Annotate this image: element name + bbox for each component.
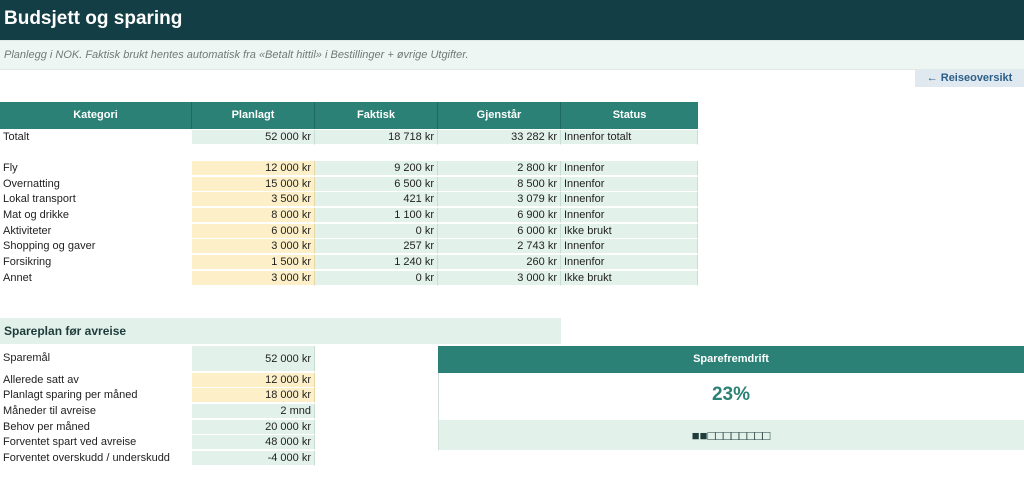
savings-progress-squares: ■■□□□□□□□□ xyxy=(691,428,771,443)
column-header-status: Status xyxy=(561,102,698,129)
planned-input-cell[interactable]: 8 000 kr xyxy=(192,208,315,223)
actual-cell[interactable]: 6 500 kr xyxy=(315,177,438,192)
savings-value-cell[interactable]: 2 mnd xyxy=(192,404,315,419)
savings-row-label: Planlagt sparing per måned xyxy=(3,389,138,401)
planned-input-cell[interactable]: 3 000 kr xyxy=(192,239,315,254)
planned-input-cell[interactable]: 12 000 kr xyxy=(192,161,315,176)
savings-row-label: Måneder til avreise xyxy=(3,405,96,417)
column-header-category: Kategori xyxy=(0,102,192,129)
status-cell[interactable]: Innenfor xyxy=(561,177,698,192)
column-header-planned: Planlagt xyxy=(192,102,315,129)
savings-row-label: Forventet overskudd / underskudd xyxy=(3,452,170,464)
total-label: Totalt xyxy=(3,131,30,143)
savings-row-label: Allerede satt av xyxy=(3,374,79,386)
status-cell[interactable]: Innenfor xyxy=(561,161,698,176)
planned-input-cell[interactable]: 15 000 kr xyxy=(192,177,315,192)
savings-row-label: Behov per måned xyxy=(3,421,90,433)
category-label: Annet xyxy=(3,272,32,284)
page-title: Budsjett og sparing xyxy=(4,8,183,29)
status-cell[interactable]: Ikke brukt xyxy=(561,224,698,239)
remaining-cell[interactable]: 3 079 kr xyxy=(438,192,561,207)
savings-goal-label: Sparemål xyxy=(3,352,51,364)
category-label: Mat og drikke xyxy=(3,209,70,221)
category-label: Forsikring xyxy=(3,256,52,268)
actual-cell[interactable]: 1 240 kr xyxy=(315,255,438,270)
status-cell[interactable]: Innenfor xyxy=(561,255,698,270)
savings-input-cell[interactable]: 12 000 kr xyxy=(192,373,315,388)
page-subtitle: Planlegg i NOK. Faktisk brukt hentes aut… xyxy=(4,49,469,61)
savings-value-cell[interactable]: -4 000 kr xyxy=(192,451,315,466)
savings-progress-percent: 23% xyxy=(711,384,751,405)
remaining-cell[interactable]: 2 800 kr xyxy=(438,161,561,176)
category-label: Shopping og gaver xyxy=(3,240,96,252)
savings-row-label: Forventet spart ved avreise xyxy=(3,436,137,448)
total-planned[interactable]: 52 000 kr xyxy=(192,130,315,145)
status-cell[interactable]: Innenfor xyxy=(561,192,698,207)
savings-progress-header: Sparefremdrift xyxy=(438,346,1024,373)
planned-input-cell[interactable]: 1 500 kr xyxy=(192,255,315,270)
subtitle-bar: Planlegg i NOK. Faktisk brukt hentes aut… xyxy=(0,40,1024,70)
status-cell[interactable]: Ikke brukt xyxy=(561,271,698,286)
remaining-cell[interactable]: 8 500 kr xyxy=(438,177,561,192)
total-remaining[interactable]: 33 282 kr xyxy=(438,130,561,145)
column-header-remaining: Gjenstår xyxy=(438,102,561,129)
actual-cell[interactable]: 0 kr xyxy=(315,224,438,239)
remaining-cell[interactable]: 6 000 kr xyxy=(438,224,561,239)
savings-plan-title: Spareplan før avreise xyxy=(4,324,127,338)
back-to-trip-overview-link[interactable]: ← Reiseoversikt xyxy=(915,70,1024,87)
category-label: Overnatting xyxy=(3,178,60,190)
total-status[interactable]: Innenfor totalt xyxy=(561,130,698,145)
savings-goal-value[interactable]: 52 000 kr xyxy=(192,346,315,372)
category-label: Aktiviteter xyxy=(3,225,52,237)
category-label: Lokal transport xyxy=(3,193,76,205)
planned-input-cell[interactable]: 6 000 kr xyxy=(192,224,315,239)
actual-cell[interactable]: 421 kr xyxy=(315,192,438,207)
category-label: Fly xyxy=(3,162,18,174)
status-cell[interactable]: Innenfor xyxy=(561,239,698,254)
remaining-cell[interactable]: 2 743 kr xyxy=(438,239,561,254)
savings-value-cell[interactable]: 20 000 kr xyxy=(192,420,315,435)
remaining-cell[interactable]: 3 000 kr xyxy=(438,271,561,286)
actual-cell[interactable]: 257 kr xyxy=(315,239,438,254)
planned-input-cell[interactable]: 3 500 kr xyxy=(192,192,315,207)
actual-cell[interactable]: 1 100 kr xyxy=(315,208,438,223)
remaining-cell[interactable]: 260 kr xyxy=(438,255,561,270)
savings-plan-section-header: Spareplan før avreise xyxy=(0,318,561,344)
planned-input-cell[interactable]: 3 000 kr xyxy=(192,271,315,286)
savings-value-cell[interactable]: 48 000 kr xyxy=(192,435,315,450)
column-header-actual: Faktisk xyxy=(315,102,438,129)
savings-input-cell[interactable]: 18 000 kr xyxy=(192,388,315,403)
title-bar: Budsjett og sparing xyxy=(0,0,1024,40)
remaining-cell[interactable]: 6 900 kr xyxy=(438,208,561,223)
actual-cell[interactable]: 0 kr xyxy=(315,271,438,286)
actual-cell[interactable]: 9 200 kr xyxy=(315,161,438,176)
total-actual[interactable]: 18 718 kr xyxy=(315,130,438,145)
status-cell[interactable]: Innenfor xyxy=(561,208,698,223)
